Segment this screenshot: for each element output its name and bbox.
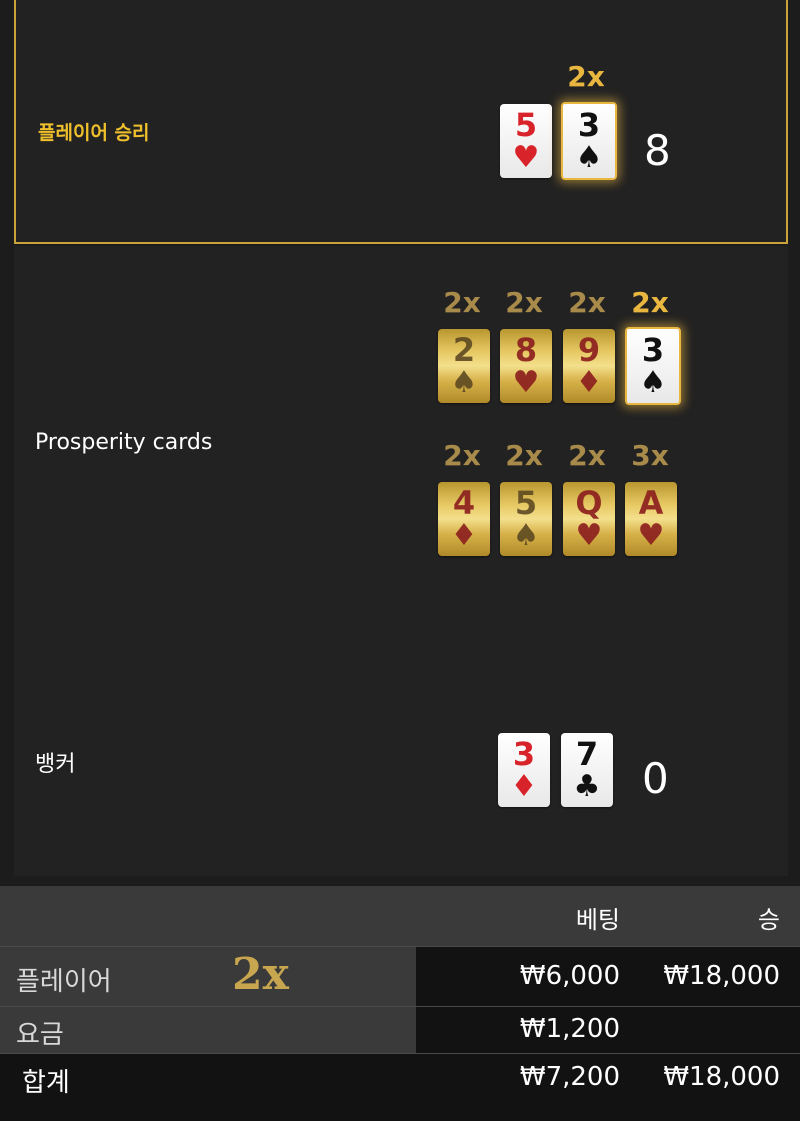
table-header: 베팅 승 (0, 886, 800, 946)
row-win: ₩18,000 (663, 961, 780, 991)
row-bet: ₩7,200 (519, 1062, 620, 1092)
row-win: ₩18,000 (663, 1062, 780, 1092)
player-result-panel: 플레이어 승리 2x 5 ♥ 3 ♠ 8 (14, 0, 788, 244)
heart-suit-icon: ♥ (512, 140, 540, 175)
heart-suit-icon: ♥ (512, 365, 540, 400)
card-rank: 5 (514, 106, 538, 144)
prosperity-card-1: 2 ♠ (438, 329, 490, 403)
prosperity-card-6: 5 ♠ (500, 482, 552, 556)
spade-suit-icon: ♠ (512, 518, 540, 553)
prosperity-label: Prosperity cards (35, 430, 213, 455)
spade-suit-icon: ♠ (450, 365, 478, 400)
card-rank: 2 (452, 331, 476, 369)
row-multiplier: 2x (232, 949, 289, 1000)
player-card-multiplier: 2x (567, 60, 605, 93)
row-name: 합계 (22, 1068, 70, 1098)
banker-label: 뱅커 (35, 752, 76, 777)
player-score: 8 (644, 126, 671, 175)
prosperity-card-5: 4 ♦ (438, 482, 490, 556)
prosperity-cards-panel: Prosperity cards 2x 2x 2x 2x 2 ♠ 8 ♥ 9 ♦… (14, 246, 788, 686)
heart-suit-icon: ♥ (575, 518, 603, 553)
table-row-player: 플레이어 2x ₩6,000 ₩18,000 (0, 947, 800, 1006)
prosperity-card-7: Q ♥ (563, 482, 615, 556)
diamond-suit-icon: ♦ (510, 769, 538, 804)
card-rank: 3 (577, 106, 601, 144)
card-multiplier: 2x (568, 439, 606, 472)
heart-suit-icon: ♥ (637, 518, 665, 553)
player-win-label: 플레이어 승리 (38, 122, 150, 144)
card-rank: 3 (512, 735, 536, 773)
card-multiplier: 3x (631, 439, 669, 472)
card-multiplier: 2x (505, 439, 543, 472)
prosperity-card-3: 9 ♦ (563, 329, 615, 403)
banker-card-2: 7 ♣ (561, 733, 613, 807)
banker-card-1: 3 ♦ (498, 733, 550, 807)
card-rank: 9 (577, 331, 601, 369)
card-rank: 8 (514, 331, 538, 369)
card-rank: 4 (452, 484, 476, 522)
prosperity-card-8: A ♥ (625, 482, 677, 556)
diamond-suit-icon: ♦ (575, 365, 603, 400)
bets-summary-table: 베팅 승 플레이어 2x ₩6,000 ₩18,000 요금 ₩1,200 합계… (0, 886, 800, 1121)
club-suit-icon: ♣ (573, 769, 601, 804)
spade-suit-icon: ♠ (639, 365, 667, 400)
table-row-fee: 요금 ₩1,200 (0, 1007, 800, 1053)
player-card-1: 5 ♥ (500, 104, 552, 178)
prosperity-card-4-highlighted: 3 ♠ (625, 327, 681, 405)
banker-result-panel: 뱅커 3 ♦ 7 ♣ 0 (14, 686, 788, 876)
player-card-2: 3 ♠ (561, 102, 617, 180)
card-rank: 5 (514, 484, 538, 522)
card-rank: 7 (575, 735, 599, 773)
card-multiplier: 2x (443, 286, 481, 319)
card-multiplier: 2x (505, 286, 543, 319)
card-multiplier: 2x (443, 439, 481, 472)
row-name: 요금 (16, 1020, 64, 1050)
card-rank: Q (575, 484, 603, 522)
row-name: 플레이어 (16, 967, 112, 997)
column-header-win: 승 (757, 906, 780, 934)
card-multiplier: 2x (568, 286, 606, 319)
table-row-total: 합계 ₩7,200 ₩18,000 (0, 1054, 800, 1121)
row-bet: ₩1,200 (519, 1014, 620, 1044)
diamond-suit-icon: ♦ (450, 518, 478, 553)
card-rank: 3 (641, 331, 665, 369)
prosperity-card-2: 8 ♥ (500, 329, 552, 403)
spade-suit-icon: ♠ (575, 140, 603, 175)
row-bet: ₩6,000 (519, 961, 620, 991)
banker-score: 0 (642, 754, 669, 803)
card-multiplier: 2x (631, 286, 669, 319)
card-rank: A (638, 484, 664, 522)
column-header-bet: 베팅 (575, 906, 620, 934)
